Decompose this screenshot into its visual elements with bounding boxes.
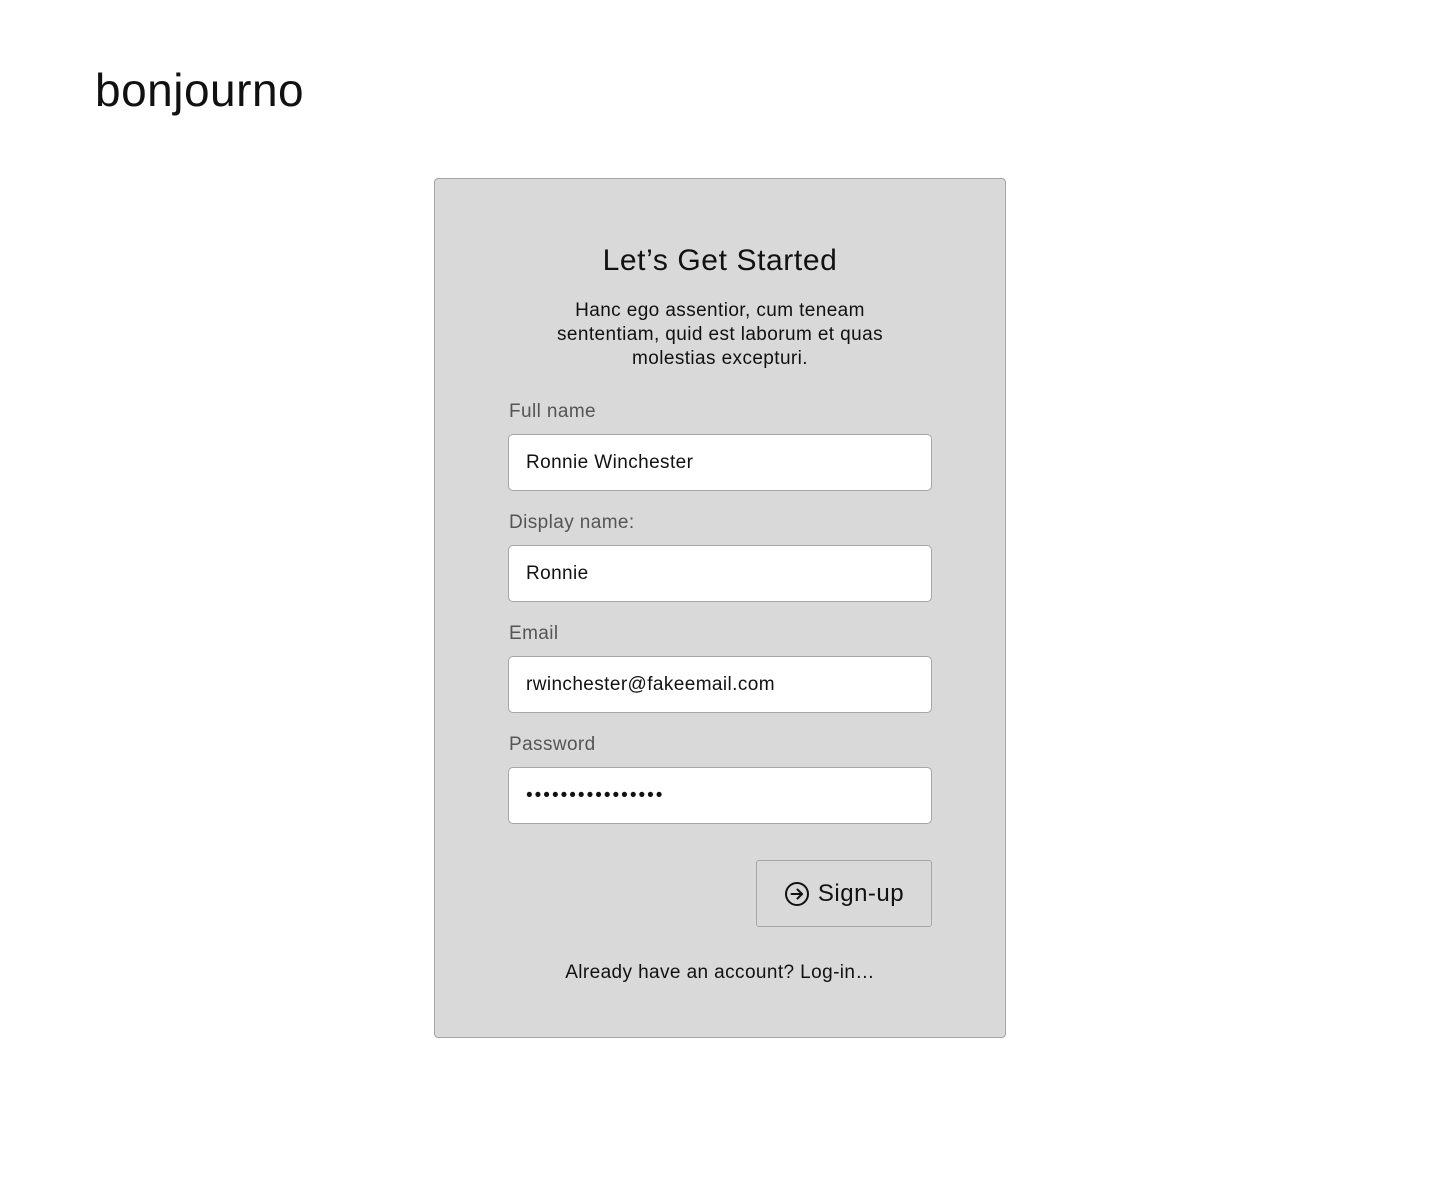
- card-description: Hanc ego assentior, cum teneam sententia…: [557, 300, 883, 369]
- password-field[interactable]: [508, 767, 932, 824]
- arrow-circle-right-icon: [784, 881, 810, 907]
- signup-button-label: Sign-up: [817, 879, 905, 907]
- display-name-label: Display name:: [509, 512, 635, 533]
- login-link[interactable]: Already have an account? Log-in…: [435, 961, 1005, 985]
- full-name-field[interactable]: [508, 434, 932, 491]
- signup-button[interactable]: Sign-up: [756, 860, 932, 927]
- brand-logo[interactable]: bonjourno: [95, 62, 304, 118]
- email-field[interactable]: [508, 656, 932, 713]
- signup-card: Let’s Get Started Hanc ego assentior, cu…: [434, 178, 1006, 1038]
- display-name-field[interactable]: [508, 545, 932, 602]
- card-title: Let’s Get Started: [602, 244, 838, 277]
- full-name-label: Full name: [509, 401, 597, 422]
- password-label: Password: [509, 734, 596, 755]
- email-label: Email: [509, 623, 559, 644]
